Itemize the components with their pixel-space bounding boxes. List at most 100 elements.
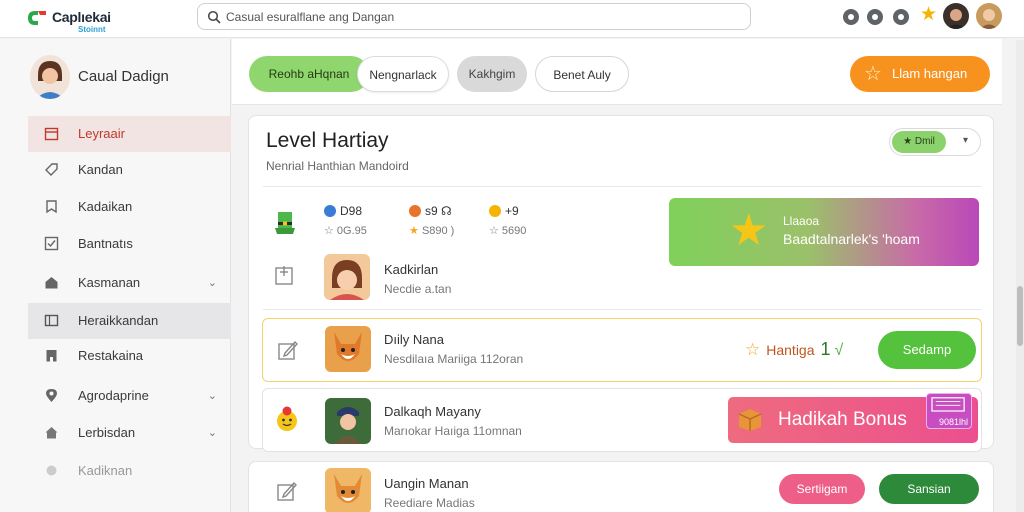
list-item[interactable]: Dıily Nana Nesdilaıa Mariiga 112oran ☆ Ha…	[262, 318, 982, 382]
search-input[interactable]	[226, 8, 726, 26]
search-bar[interactable]	[197, 3, 751, 30]
checkmark-icon: √	[834, 342, 844, 359]
sansian-button[interactable]: Sansian	[879, 474, 979, 504]
home-icon	[45, 277, 58, 289]
row-avatar	[325, 468, 371, 512]
row-subtitle: Nesdilaıa Mariiga 112oran	[384, 352, 524, 366]
tab-kakhgim[interactable]: Kakhgim	[457, 56, 527, 92]
banner-line2: Baadtalnarlek's 'hoam	[783, 231, 920, 247]
bonus-label: Hadikah Bonus	[778, 409, 907, 430]
building-icon	[46, 350, 57, 362]
filter-dropdown[interactable]: ★ Dmil ▾	[889, 128, 981, 156]
sidebar-item-label: Kadaikan	[78, 199, 133, 214]
house-icon	[45, 427, 58, 439]
cta-button[interactable]: ☆ Llam hangan	[850, 56, 990, 92]
location-pin-icon	[46, 389, 57, 402]
sidebar-item-label: Kadiknan	[78, 463, 133, 478]
card-title: Level Hartiay	[266, 129, 389, 152]
stat-3-value: +9	[489, 204, 519, 218]
user-avatar-1[interactable]	[943, 3, 969, 29]
chevron-down-icon: ▾	[962, 135, 968, 146]
sidebar-item-label: Agrodaprine	[78, 388, 149, 403]
sidebar-item-bantnatis[interactable]: Bantnatıs	[28, 226, 231, 262]
star-icon[interactable]: ★	[920, 5, 937, 25]
sertiigam-button[interactable]: Sertiigam	[779, 474, 865, 504]
bonus-tag-text: 9081lhl	[938, 417, 968, 427]
promo-banner[interactable]: ★ Llaaoa Baadtalnarlek's 'hoam	[669, 198, 979, 266]
list-item[interactable]: Uangin Manan Reediare Madias Sertiigam S…	[248, 461, 994, 512]
notification-icon[interactable]	[867, 9, 883, 25]
sidebar-item-label: Heraikkandan	[78, 313, 159, 328]
sidebar-item-label: Lerbisdan	[78, 425, 136, 440]
filter-label: ★ Dmil	[892, 131, 946, 153]
stat-1-glyph-icon	[324, 205, 336, 217]
row-name: Dalkaqh Mayany	[384, 404, 481, 419]
chevron-down-icon[interactable]: ⌄	[208, 389, 217, 402]
sidebar: Caual Dadign Leyraair Kandan Kadaikan Ba…	[0, 39, 231, 512]
sidebar-item-kandan[interactable]: Kandan	[28, 152, 231, 188]
star-icon: ★	[729, 206, 769, 255]
avatar-portrait-icon	[324, 254, 370, 300]
sidebar-item-label: Restakaina	[78, 348, 144, 363]
stat-1-sub: ☆ 0G.95	[324, 225, 367, 237]
tab-benet-auly[interactable]: Benet Auly	[535, 56, 629, 92]
divider	[263, 186, 981, 187]
divider	[263, 309, 981, 310]
banner-line1: Llaaoa	[783, 214, 820, 228]
sidebar-item-label: Bantnatıs	[78, 236, 133, 251]
tab-nengnarlack[interactable]: Nengnarlack	[357, 56, 449, 92]
star-outline-icon: ☆	[745, 340, 761, 359]
chevron-down-icon[interactable]: ⌄	[208, 426, 217, 439]
sidebar-item-label: Kasmanan	[78, 275, 141, 290]
bonus-banner[interactable]: Hadikah Bonus 9081lhl	[728, 393, 978, 443]
row-name: Dıily Nana	[384, 332, 444, 347]
emoji-face-icon	[277, 406, 297, 431]
help-icon[interactable]	[843, 9, 859, 25]
sidebar-item-kasmanan[interactable]: Kasmanan ⌄	[28, 265, 231, 301]
row-avatar	[324, 254, 370, 300]
card-subtitle: Nenrial Hanthian Mandoird	[266, 159, 409, 173]
chevron-down-icon[interactable]: ⌄	[208, 276, 217, 289]
app-logo[interactable]: Caplıekai Stoinnt	[24, 4, 124, 34]
calendar-icon	[44, 127, 59, 141]
row-name: Uangin Manan	[384, 476, 469, 491]
logo-subtext: Stoinnt	[78, 25, 106, 34]
stat-1-value: D98	[324, 204, 362, 218]
avatar-portrait-icon	[976, 3, 1002, 29]
sidebar-item-leyraair[interactable]: Leyraair	[28, 116, 231, 152]
scrollbar[interactable]	[1016, 40, 1024, 512]
tab-bar: Reohb aHqnan Nengnarlack Kakhgim Benet A…	[232, 39, 1002, 105]
row-avatar	[325, 398, 371, 444]
settings-icon[interactable]	[893, 9, 909, 25]
stat-2-sub: ★ S890 )	[409, 225, 455, 237]
user-avatar-2[interactable]	[976, 3, 1002, 29]
sidebar-item-agrodaprine[interactable]: Agrodaprine ⌄	[28, 378, 231, 414]
sidebar-item-label: Leyraair	[78, 126, 125, 141]
stat-3-glyph-icon	[489, 205, 501, 217]
sidebar-item-heraikkandan[interactable]: Heraikkandan	[28, 303, 231, 339]
edit-icon	[278, 340, 298, 360]
leprechaun-hat-icon	[275, 212, 295, 234]
avatar-portrait-icon	[943, 3, 969, 29]
tag-icon	[45, 163, 58, 176]
stat-2-glyph-icon	[409, 205, 421, 217]
level-card: Level Hartiay Nenrial Hanthian Mandoird …	[248, 115, 994, 452]
row-avatar	[325, 326, 371, 372]
sidebar-item-kadiknan[interactable]: Kadiknan	[28, 453, 231, 489]
tab-reohb-ahqnan[interactable]: Reohb aHqnan	[249, 56, 369, 92]
sidebar-item-lerbisdan[interactable]: Lerbisdan ⌄	[28, 415, 231, 451]
sidebar-item-restakaina[interactable]: Restakaina	[28, 338, 231, 374]
logo-text: Caplıekai	[52, 9, 111, 25]
row-name: Kadkirlan	[384, 262, 439, 277]
edit-icon	[277, 481, 297, 501]
more-icon	[46, 465, 57, 476]
fox-avatar-icon	[325, 326, 371, 372]
row-subtitle: Marıokar Haıiga 11omnan	[384, 424, 522, 438]
scrollbar-thumb[interactable]	[1017, 286, 1023, 346]
sidebar-item-kadaikan[interactable]: Kadaikan	[28, 189, 231, 225]
list-item[interactable]: Dalkaqh Mayany Marıokar Haıiga 11omnan H…	[262, 388, 982, 452]
check-icon	[44, 236, 59, 251]
avatar-portrait-icon	[30, 55, 70, 99]
logo-mark-icon	[28, 11, 46, 25]
sedamp-button[interactable]: Sedamp	[878, 331, 976, 369]
